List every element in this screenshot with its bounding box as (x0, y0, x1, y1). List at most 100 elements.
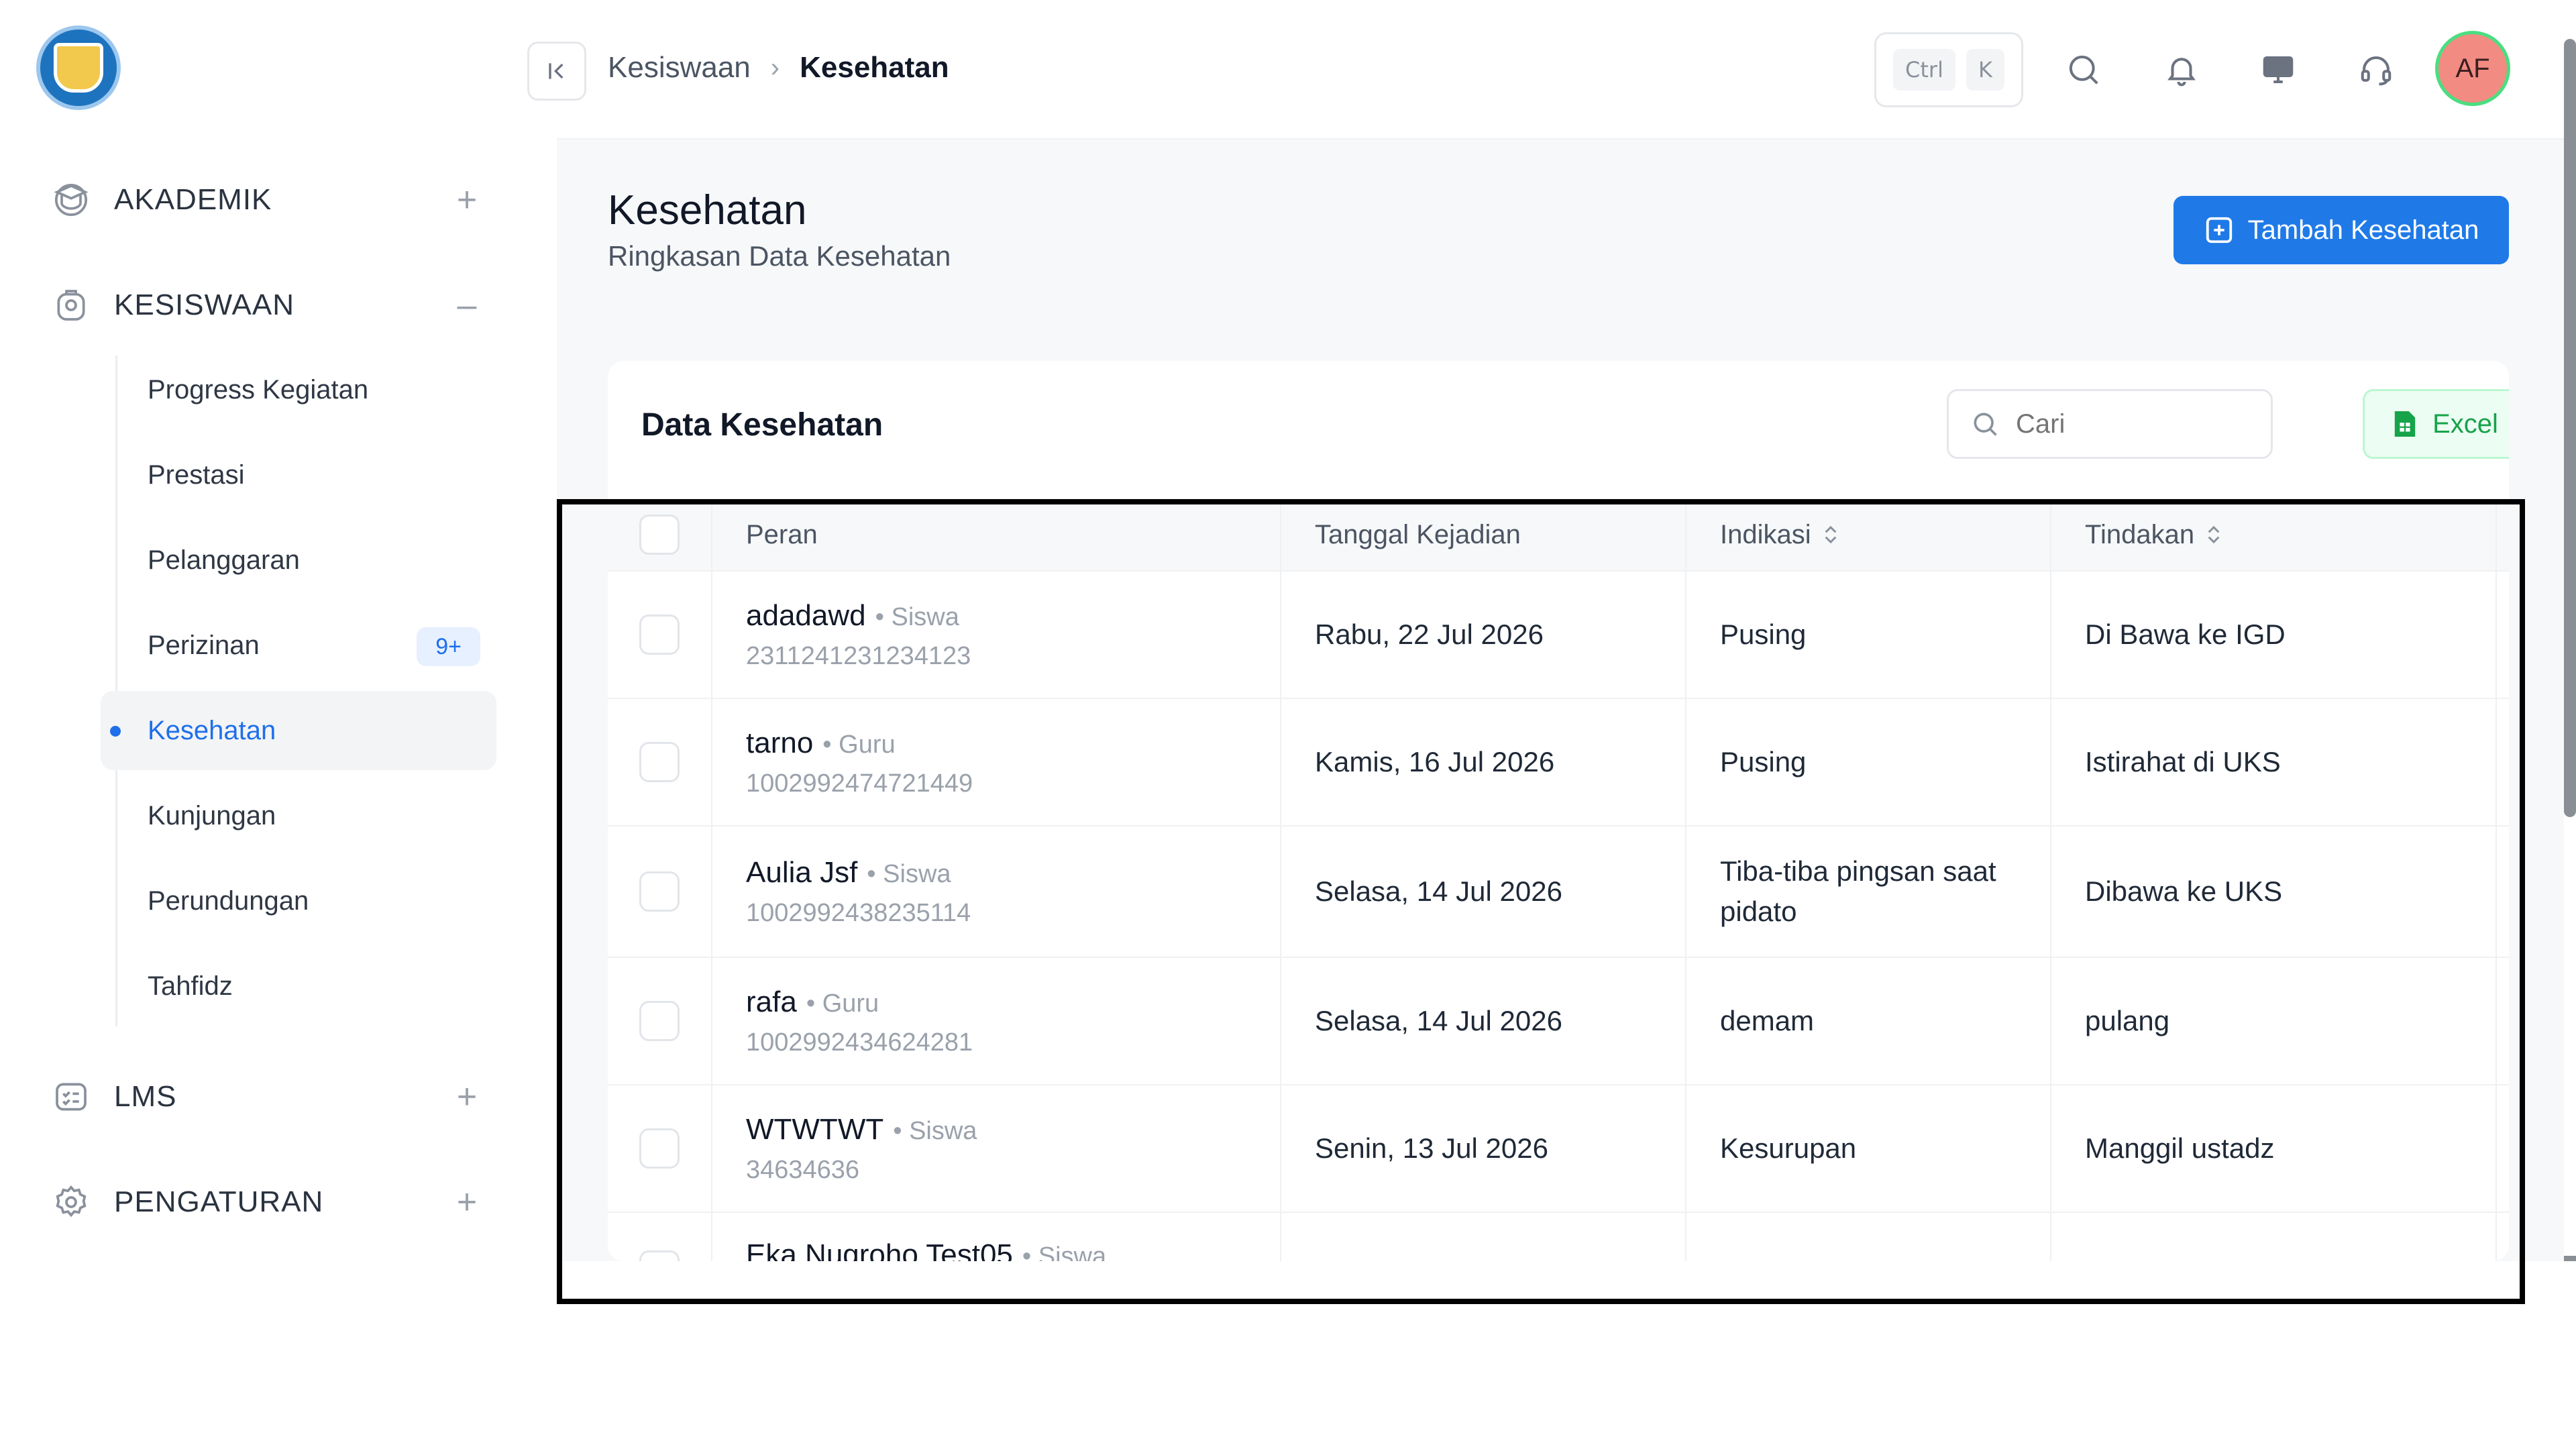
row-checkbox[interactable] (639, 1250, 680, 1261)
nav-kesiswaan[interactable]: KESISWAAN – (51, 275, 487, 335)
sidebar-item-kesehatan[interactable]: Kesehatan (101, 691, 496, 770)
person-role: • Guru (822, 730, 896, 759)
add-button-label: Tambah Kesehatan (2247, 215, 2479, 245)
header-tindakan[interactable]: Tindakan (2051, 499, 2497, 570)
person-role: • Siswa (875, 602, 959, 631)
command-palette-shortcut[interactable]: Ctrl K (1874, 32, 2023, 107)
headset-support-icon[interactable] (2351, 44, 2402, 95)
expand-icon[interactable]: + (447, 1077, 487, 1117)
cell-indikasi: Kesurupan (1686, 1085, 2051, 1212)
cell-peran: adadawd • Siswa 2311241231234123 (712, 572, 1281, 698)
expand-icon[interactable]: + (447, 180, 487, 220)
row-checkbox[interactable] (639, 1001, 680, 1041)
sort-icon[interactable] (1823, 523, 1838, 546)
main-content: Kesehatan Ringkasan Data Kesehatan Tamba… (557, 140, 2576, 1261)
bell-icon[interactable] (2156, 44, 2207, 95)
person-name: adadawd (746, 598, 866, 632)
collapse-sidebar-icon (549, 63, 564, 79)
collapse-sidebar-button[interactable] (527, 42, 586, 101)
person-id: 1002992474721449 (746, 769, 973, 798)
header-indikasi[interactable]: Indikasi (1686, 499, 2051, 570)
row-select-cell (608, 572, 712, 698)
peran-name-line: adadawd • Siswa (746, 599, 971, 633)
card-title: Data Kesehatan (641, 407, 883, 443)
person-id: 2311241231234123 (746, 641, 971, 670)
table-row[interactable]: WTWTWT • Siswa 34634636 Senin, 13 Jul 202… (608, 1085, 2509, 1213)
table-row[interactable]: Aulia Jsf • Siswa 1002992438235114 Selasa… (608, 826, 2509, 958)
select-all-checkbox[interactable] (639, 515, 680, 555)
scroll-down-arrow-icon[interactable] (2564, 1256, 2576, 1261)
cell-tindakan (2051, 1213, 2497, 1261)
peran-info: Aulia Jsf • Siswa 1002992438235114 (746, 856, 971, 928)
sidebar: AKADEMIK + KESISWAAN – Progress Kegiatan… (0, 0, 557, 1261)
table-row[interactable]: rafa • Guru 1002992434624281 Selasa, 14 J… (608, 958, 2509, 1085)
nav-pengaturan-label: PENGATURAN (114, 1185, 324, 1218)
nav-lms[interactable]: LMS + (51, 1067, 487, 1127)
cell-tanggal: Senin, 13 Jul 2026 (1281, 1085, 1686, 1212)
cell-peran: tarno • Guru 1002992474721449 (712, 699, 1281, 825)
school-logo[interactable] (36, 25, 121, 110)
peran-name-line: Aulia Jsf • Siswa (746, 856, 971, 890)
breadcrumb-chevron-icon: › (770, 52, 780, 83)
top-bar: Kesiswaan › Kesehatan Ctrl K AF (527, 0, 2576, 140)
header-peran[interactable]: Peran (712, 499, 1281, 570)
logo-emblem (54, 43, 103, 93)
cell-tanggal: Selasa, 14 Jul 2026 (1281, 958, 1686, 1084)
sort-icon[interactable] (2206, 523, 2221, 546)
row-select-cell (608, 1213, 712, 1261)
sidebar-item-prestasi[interactable]: Prestasi (101, 435, 496, 515)
sidebar-item-tahfidz[interactable]: Tahfidz (101, 947, 496, 1026)
kbd-ctrl: Ctrl (1893, 49, 1955, 91)
sidebar-item-pelanggaran[interactable]: Pelanggaran (101, 521, 496, 600)
breadcrumb-kesiswaan[interactable]: Kesiswaan (608, 51, 751, 85)
sidebar-item-progress-kegiatan[interactable]: Progress Kegiatan (101, 350, 496, 429)
breadcrumb: Kesiswaan › Kesehatan (608, 51, 949, 85)
cell-peran: rafa • Guru 1002992434624281 (712, 958, 1281, 1084)
cell-indikasi: Pusing (1686, 699, 2051, 825)
sidebar-item-perizinan[interactable]: Perizinan 9+ (101, 606, 496, 685)
person-id: 34634636 (746, 1155, 860, 1184)
breadcrumb-kesehatan: Kesehatan (800, 51, 949, 84)
add-health-record-button[interactable]: Tambah Kesehatan (2174, 196, 2509, 264)
header-tanggal-kejadian[interactable]: Tanggal Kejadian (1281, 499, 1686, 570)
person-role: • Siswa (893, 1116, 977, 1145)
row-select-cell (608, 699, 712, 825)
excel-export-button[interactable]: Excel (2363, 389, 2509, 459)
cell-tindakan: Di Bawa ke IGD (2051, 572, 2497, 698)
peran-info: rafa • Guru 1002992434624281 (746, 985, 973, 1057)
cell-indikasi: Tiba-tiba pingsan saat pidato (1686, 826, 2051, 957)
sidebar-item-label: Progress Kegiatan (148, 374, 369, 405)
table-row[interactable]: adadawd • Siswa 2311241231234123 Rabu, 22… (608, 572, 2509, 699)
search-icon[interactable] (2058, 44, 2109, 95)
row-checkbox[interactable] (639, 614, 680, 655)
person-name: WTWTWT (746, 1112, 884, 1146)
cell-indikasi: demam (1686, 958, 2051, 1084)
person-name: tarno (746, 726, 814, 759)
nav-pengaturan[interactable]: PENGATURAN + (51, 1172, 487, 1232)
row-checkbox[interactable] (639, 1128, 680, 1169)
table-row[interactable]: tarno • Guru 1002992474721449 Kamis, 16 J… (608, 699, 2509, 826)
row-select-cell (608, 958, 712, 1084)
sidebar-item-kunjungan[interactable]: Kunjungan (101, 776, 496, 855)
cell-tindakan: Dibawa ke UKS (2051, 826, 2497, 957)
search-box[interactable] (1947, 389, 2273, 459)
sidebar-item-label: Kunjungan (148, 800, 276, 830)
row-checkbox[interactable] (639, 871, 680, 912)
person-name: rafa (746, 985, 797, 1018)
monitor-icon[interactable] (2253, 44, 2304, 95)
data-card: Data Kesehatan Excel Peran Tanggal Kejad… (608, 361, 2509, 1261)
sidebar-item-label: Pelanggaran (148, 545, 300, 575)
row-checkbox[interactable] (639, 742, 680, 782)
sidebar-item-perundungan[interactable]: Perundungan (101, 861, 496, 941)
person-role: • Guru (806, 989, 879, 1018)
user-avatar[interactable]: AF (2435, 31, 2510, 106)
expand-icon[interactable]: + (447, 1182, 487, 1222)
nav-akademik[interactable]: AKADEMIK + (51, 170, 487, 230)
cell-tanggal: Kamis, 16 Jul 2026 (1281, 699, 1686, 825)
table-row[interactable]: Eka Nugroho Test05 • Siswa (608, 1213, 2509, 1261)
collapse-icon[interactable]: – (447, 285, 487, 325)
page-scrollbar-thumb[interactable] (2564, 39, 2576, 817)
search-input[interactable] (2016, 409, 2257, 439)
sidebar-item-label: Perundungan (148, 885, 309, 916)
header-indikasi-label: Indikasi (1720, 519, 1811, 549)
